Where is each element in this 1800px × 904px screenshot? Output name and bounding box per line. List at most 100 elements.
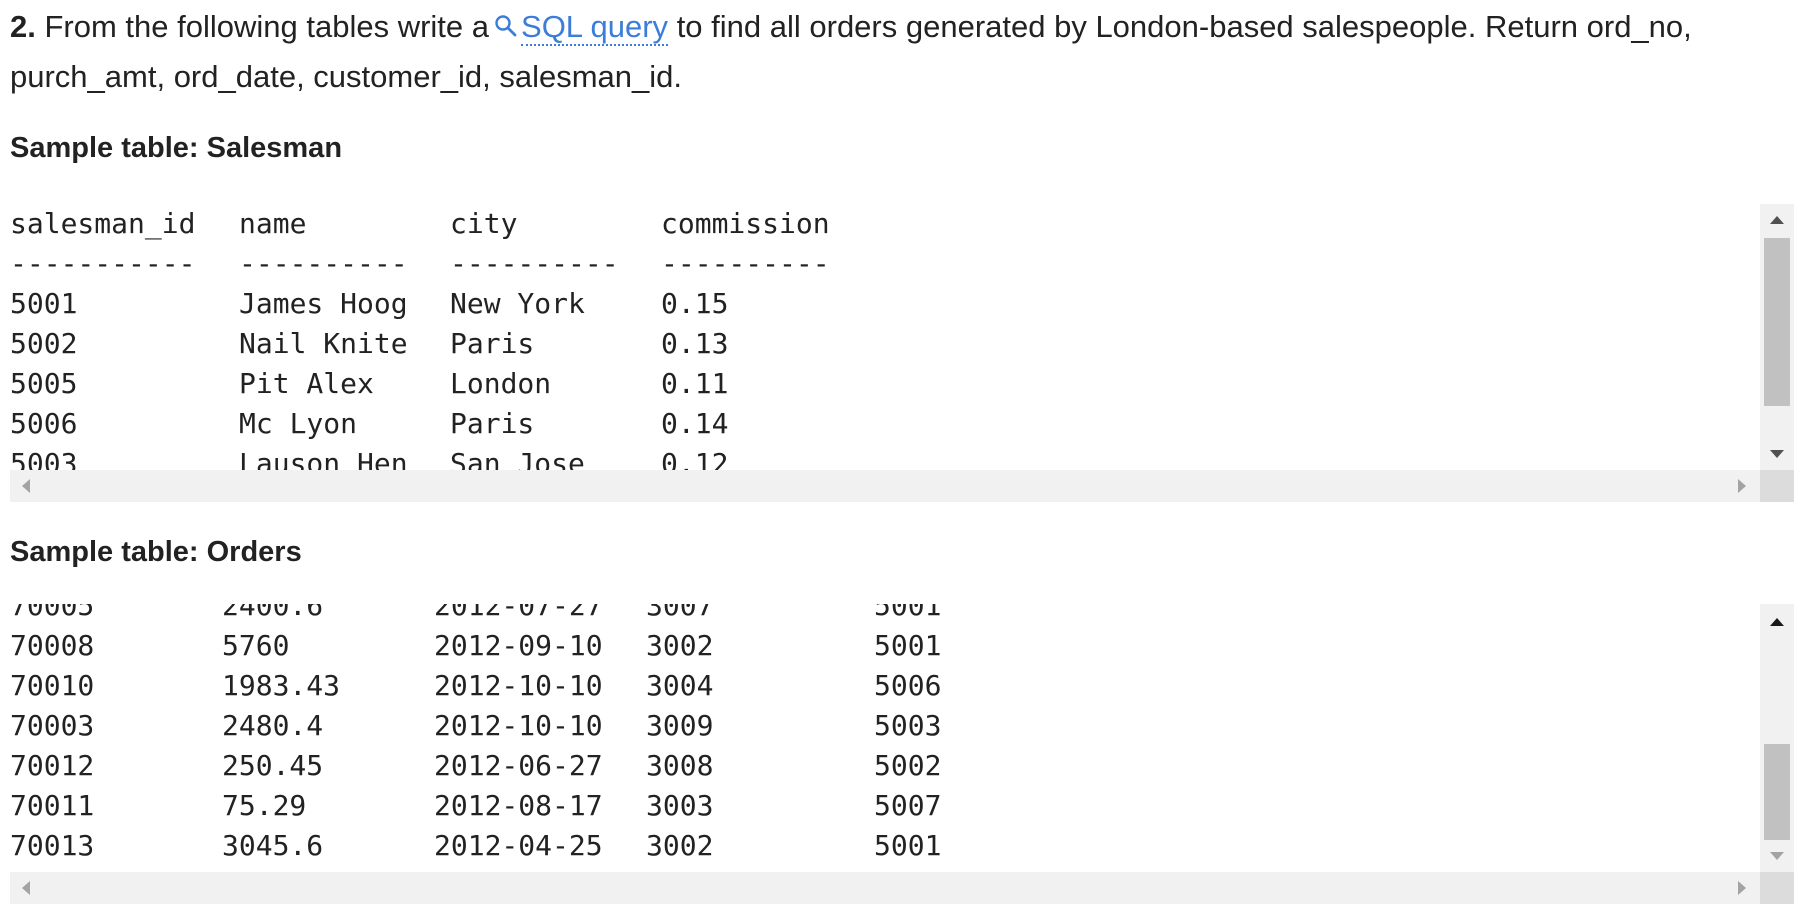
problem-number: 2. bbox=[10, 9, 36, 44]
table-cell: James Hoog bbox=[239, 287, 408, 320]
table-row: 70013 3045.6 2012-04-25 3002 5001 bbox=[10, 826, 1074, 866]
scroll-up-arrow-icon[interactable] bbox=[1770, 618, 1784, 626]
table-cell: 70012 bbox=[10, 749, 95, 782]
salesman-table-rows: salesman_id name city commission -----------… bbox=[10, 204, 901, 470]
table-cell: 5760 bbox=[222, 629, 290, 662]
table-cell: 3004 bbox=[646, 669, 714, 702]
table-cell: 5001 bbox=[874, 604, 942, 622]
table-cell: 5001 bbox=[874, 629, 942, 662]
table-cell: San Jose bbox=[450, 447, 585, 470]
table-cell: 250.45 bbox=[222, 749, 324, 782]
table-cell: 5003 bbox=[874, 709, 942, 742]
table-row: ----------- ---------- ---------- ---------… bbox=[10, 244, 901, 284]
table-cell: Paris bbox=[450, 407, 535, 440]
table-cell: name bbox=[239, 207, 307, 240]
table-cell: 2012-09-10 bbox=[434, 629, 603, 662]
table-cell: 3002 bbox=[646, 829, 714, 862]
table-cell: 3008 bbox=[646, 749, 714, 782]
table-cell: 0.14 bbox=[661, 407, 729, 440]
table-cell: salesman_id bbox=[10, 207, 196, 240]
table-cell: ----------- bbox=[10, 247, 196, 280]
orders-table-viewport: 70005 2400.6 2012-07-27 3007 5001 70008 5760 20… bbox=[10, 604, 1760, 872]
table-cell: Mc Lyon bbox=[239, 407, 358, 440]
table-cell: Lauson Hen bbox=[239, 447, 408, 470]
table-cell: commission bbox=[661, 207, 830, 240]
table-cell: New York bbox=[450, 287, 585, 320]
orders-table-rows: 70005 2400.6 2012-07-27 3007 5001 70008 5760 20… bbox=[10, 604, 1074, 866]
table-cell: 2012-06-27 bbox=[434, 749, 603, 782]
orders-table-title: Sample table: Orders bbox=[10, 536, 302, 568]
table-cell: 2400.6 bbox=[222, 604, 324, 622]
table-cell: 2480.4 bbox=[222, 709, 324, 742]
table-row: 5003 Lauson Hen San Jose 0.12 bbox=[10, 444, 901, 470]
table-cell: 3045.6 bbox=[222, 829, 324, 862]
table-cell: 70008 bbox=[10, 629, 95, 662]
orders-table-box[interactable]: 70005 2400.6 2012-07-27 3007 5001 70008 5760 20… bbox=[10, 604, 1794, 904]
table-cell: 2012-08-17 bbox=[434, 789, 603, 822]
table-cell: ---------- bbox=[239, 247, 408, 280]
scrollbar-corner bbox=[1760, 470, 1794, 502]
table-cell: 5005 bbox=[10, 367, 78, 400]
scrollbar-corner bbox=[1760, 872, 1794, 904]
table-cell: 2012-10-10 bbox=[434, 669, 603, 702]
orders-vertical-scroll-thumb[interactable] bbox=[1764, 744, 1790, 840]
scroll-down-arrow-icon[interactable] bbox=[1770, 450, 1784, 458]
table-cell: Nail Knite bbox=[239, 327, 408, 360]
scroll-up-arrow-icon[interactable] bbox=[1770, 216, 1784, 224]
problem-text-before: From the following tables write a bbox=[44, 9, 490, 44]
table-cell: 2012-07-27 bbox=[434, 604, 603, 622]
table-cell: 3002 bbox=[646, 629, 714, 662]
table-cell: 2012-04-25 bbox=[434, 829, 603, 862]
table-row: 70003 2480.4 2012-10-10 3009 5003 bbox=[10, 706, 1074, 746]
table-cell: 0.13 bbox=[661, 327, 729, 360]
table-cell: London bbox=[450, 367, 552, 400]
table-cell: 0.15 bbox=[661, 287, 729, 320]
table-cell: 5006 bbox=[874, 669, 942, 702]
scroll-left-arrow-icon[interactable] bbox=[22, 479, 30, 493]
table-row: 70011 75.29 2012-08-17 3003 5007 bbox=[10, 786, 1074, 826]
table-row: 70012 250.45 2012-06-27 3008 5002 bbox=[10, 746, 1074, 786]
problem-statement: 2. From the following tables write a SQL… bbox=[10, 2, 1770, 102]
table-cell: 1983.43 bbox=[222, 669, 341, 702]
table-cell: 70003 bbox=[10, 709, 95, 742]
scroll-right-arrow-icon[interactable] bbox=[1738, 479, 1746, 493]
table-row: 5001 James Hoog New York 0.15 bbox=[10, 284, 901, 324]
table-row: salesman_id name city commission bbox=[10, 204, 901, 244]
sql-query-link[interactable]: SQL query bbox=[521, 9, 669, 46]
table-cell: 5001 bbox=[874, 829, 942, 862]
scroll-down-arrow-icon[interactable] bbox=[1770, 852, 1784, 860]
table-row: 70005 2400.6 2012-07-27 3007 5001 bbox=[10, 604, 1074, 626]
table-row: 5005 Pit Alex London 0.11 bbox=[10, 364, 901, 404]
table-row: 70008 5760 2012-09-10 3002 5001 bbox=[10, 626, 1074, 666]
table-cell: 3009 bbox=[646, 709, 714, 742]
table-row: 5002 Nail Knite Paris 0.13 bbox=[10, 324, 901, 364]
salesman-table-box[interactable]: salesman_id name city commission -----------… bbox=[10, 204, 1794, 502]
salesman-vertical-scrollbar[interactable] bbox=[1760, 204, 1794, 470]
table-cell: 5002 bbox=[874, 749, 942, 782]
table-cell: 5002 bbox=[10, 327, 78, 360]
table-cell: 70005 bbox=[10, 604, 95, 622]
table-cell: 5001 bbox=[10, 287, 78, 320]
table-cell: 5007 bbox=[874, 789, 942, 822]
table-cell: 5003 bbox=[10, 447, 78, 470]
salesman-horizontal-scrollbar[interactable] bbox=[10, 470, 1760, 502]
table-cell: 0.11 bbox=[661, 367, 729, 400]
table-cell: 3003 bbox=[646, 789, 714, 822]
table-cell: 3007 bbox=[646, 604, 714, 622]
salesman-vertical-scroll-thumb[interactable] bbox=[1764, 238, 1790, 406]
orders-vertical-scrollbar[interactable] bbox=[1760, 604, 1794, 872]
scroll-right-arrow-icon[interactable] bbox=[1738, 881, 1746, 895]
table-cell: 0.12 bbox=[661, 447, 729, 470]
salesman-table-viewport: salesman_id name city commission -----------… bbox=[10, 204, 1760, 470]
orders-horizontal-scrollbar[interactable] bbox=[10, 872, 1760, 904]
scroll-left-arrow-icon[interactable] bbox=[22, 881, 30, 895]
table-cell: 75.29 bbox=[222, 789, 307, 822]
table-cell: 70011 bbox=[10, 789, 95, 822]
table-cell: city bbox=[450, 207, 518, 240]
table-row: 5006 Mc Lyon Paris 0.14 bbox=[10, 404, 901, 444]
table-cell: Paris bbox=[450, 327, 535, 360]
table-cell: ---------- bbox=[450, 247, 619, 280]
table-cell: Pit Alex bbox=[239, 367, 374, 400]
table-row: 70010 1983.43 2012-10-10 3004 5006 bbox=[10, 666, 1074, 706]
table-cell: 5006 bbox=[10, 407, 78, 440]
